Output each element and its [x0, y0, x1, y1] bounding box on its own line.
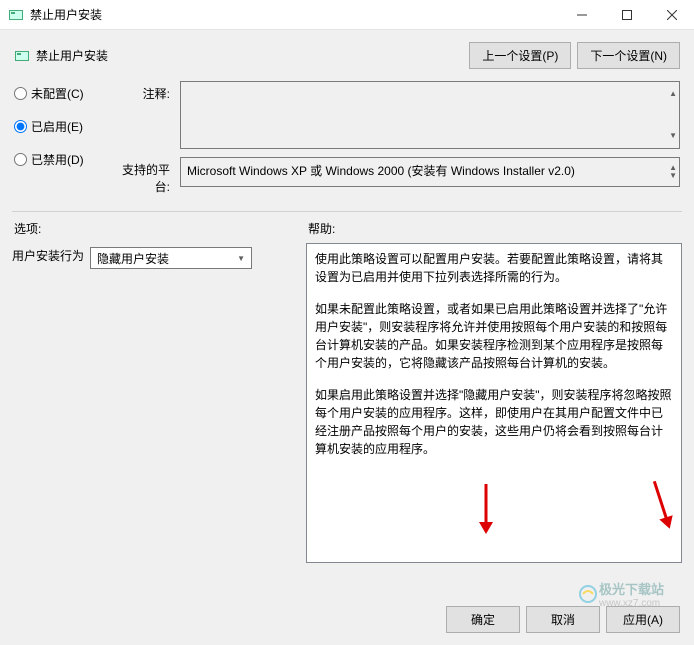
scroll-down-icon[interactable]: ▼	[669, 172, 677, 180]
behavior-label: 用户安装行为	[12, 247, 84, 264]
ok-button[interactable]: 确定	[446, 606, 520, 633]
help-paragraph: 如果启用此策略设置并选择"隐藏用户安装"，则安装程序将忽略按照每个用户安装的应用…	[315, 386, 673, 458]
chevron-down-icon: ▼	[233, 254, 249, 263]
page-title: 禁止用户安装	[36, 47, 469, 64]
help-panel[interactable]: 使用此策略设置可以配置用户安装。若要配置此策略设置，请将其设置为已启用并使用下拉…	[306, 243, 682, 563]
scrollbar[interactable]: ▲ ▼	[669, 90, 677, 140]
comment-label: 注释:	[108, 81, 180, 102]
maximize-button[interactable]	[604, 0, 649, 30]
state-radio-group: 未配置(C) 已启用(E) 已禁用(D)	[14, 81, 108, 197]
next-setting-button[interactable]: 下一个设置(N)	[577, 42, 680, 69]
window-title: 禁止用户安装	[30, 6, 559, 23]
footer: 确定 取消 应用(A)	[12, 596, 682, 637]
annotation-arrow-icon	[646, 478, 679, 531]
policy-icon	[8, 7, 24, 23]
radio-label: 已禁用(D)	[31, 151, 84, 168]
radio-label: 未配置(C)	[31, 85, 84, 102]
radio-enabled-input[interactable]	[14, 120, 27, 133]
window-controls	[559, 0, 694, 30]
dropdown-value: 隐藏用户安装	[97, 250, 169, 267]
help-label: 帮助:	[308, 220, 680, 237]
help-paragraph: 使用此策略设置可以配置用户安装。若要配置此策略设置，请将其设置为已启用并使用下拉…	[315, 250, 673, 286]
policy-icon	[14, 48, 30, 64]
radio-unconfigured[interactable]: 未配置(C)	[14, 85, 108, 102]
behavior-dropdown[interactable]: 隐藏用户安装 ▼	[90, 247, 252, 269]
annotation-arrow-icon	[477, 484, 495, 534]
divider	[12, 211, 682, 212]
help-paragraph: 如果未配置此策略设置，或者如果已启用此策略设置并选择了"允许用户安装"，则安装程…	[315, 300, 673, 372]
radio-disabled-input[interactable]	[14, 153, 27, 166]
apply-button[interactable]: 应用(A)	[606, 606, 680, 633]
options-label: 选项:	[14, 220, 308, 237]
options-panel: 用户安装行为 隐藏用户安装 ▼	[12, 243, 292, 596]
radio-disabled[interactable]: 已禁用(D)	[14, 151, 108, 168]
scroll-up-icon[interactable]: ▲	[669, 90, 677, 98]
radio-unconfigured-input[interactable]	[14, 87, 27, 100]
minimize-button[interactable]	[559, 0, 604, 30]
radio-label: 已启用(E)	[31, 118, 83, 135]
cancel-button[interactable]: 取消	[526, 606, 600, 633]
platform-label: 支持的平台:	[108, 157, 180, 195]
header: 禁止用户安装 上一个设置(P) 下一个设置(N)	[12, 38, 682, 81]
prev-setting-button[interactable]: 上一个设置(P)	[469, 42, 571, 69]
scroll-down-icon[interactable]: ▼	[669, 132, 677, 140]
scrollbar[interactable]: ▲ ▼	[669, 164, 677, 180]
comment-textarea[interactable]: ▲ ▼	[180, 81, 680, 149]
close-button[interactable]	[649, 0, 694, 30]
platform-textarea[interactable]: Microsoft Windows XP 或 Windows 2000 (安装有…	[180, 157, 680, 187]
radio-enabled[interactable]: 已启用(E)	[14, 118, 108, 135]
titlebar: 禁止用户安装	[0, 0, 694, 30]
